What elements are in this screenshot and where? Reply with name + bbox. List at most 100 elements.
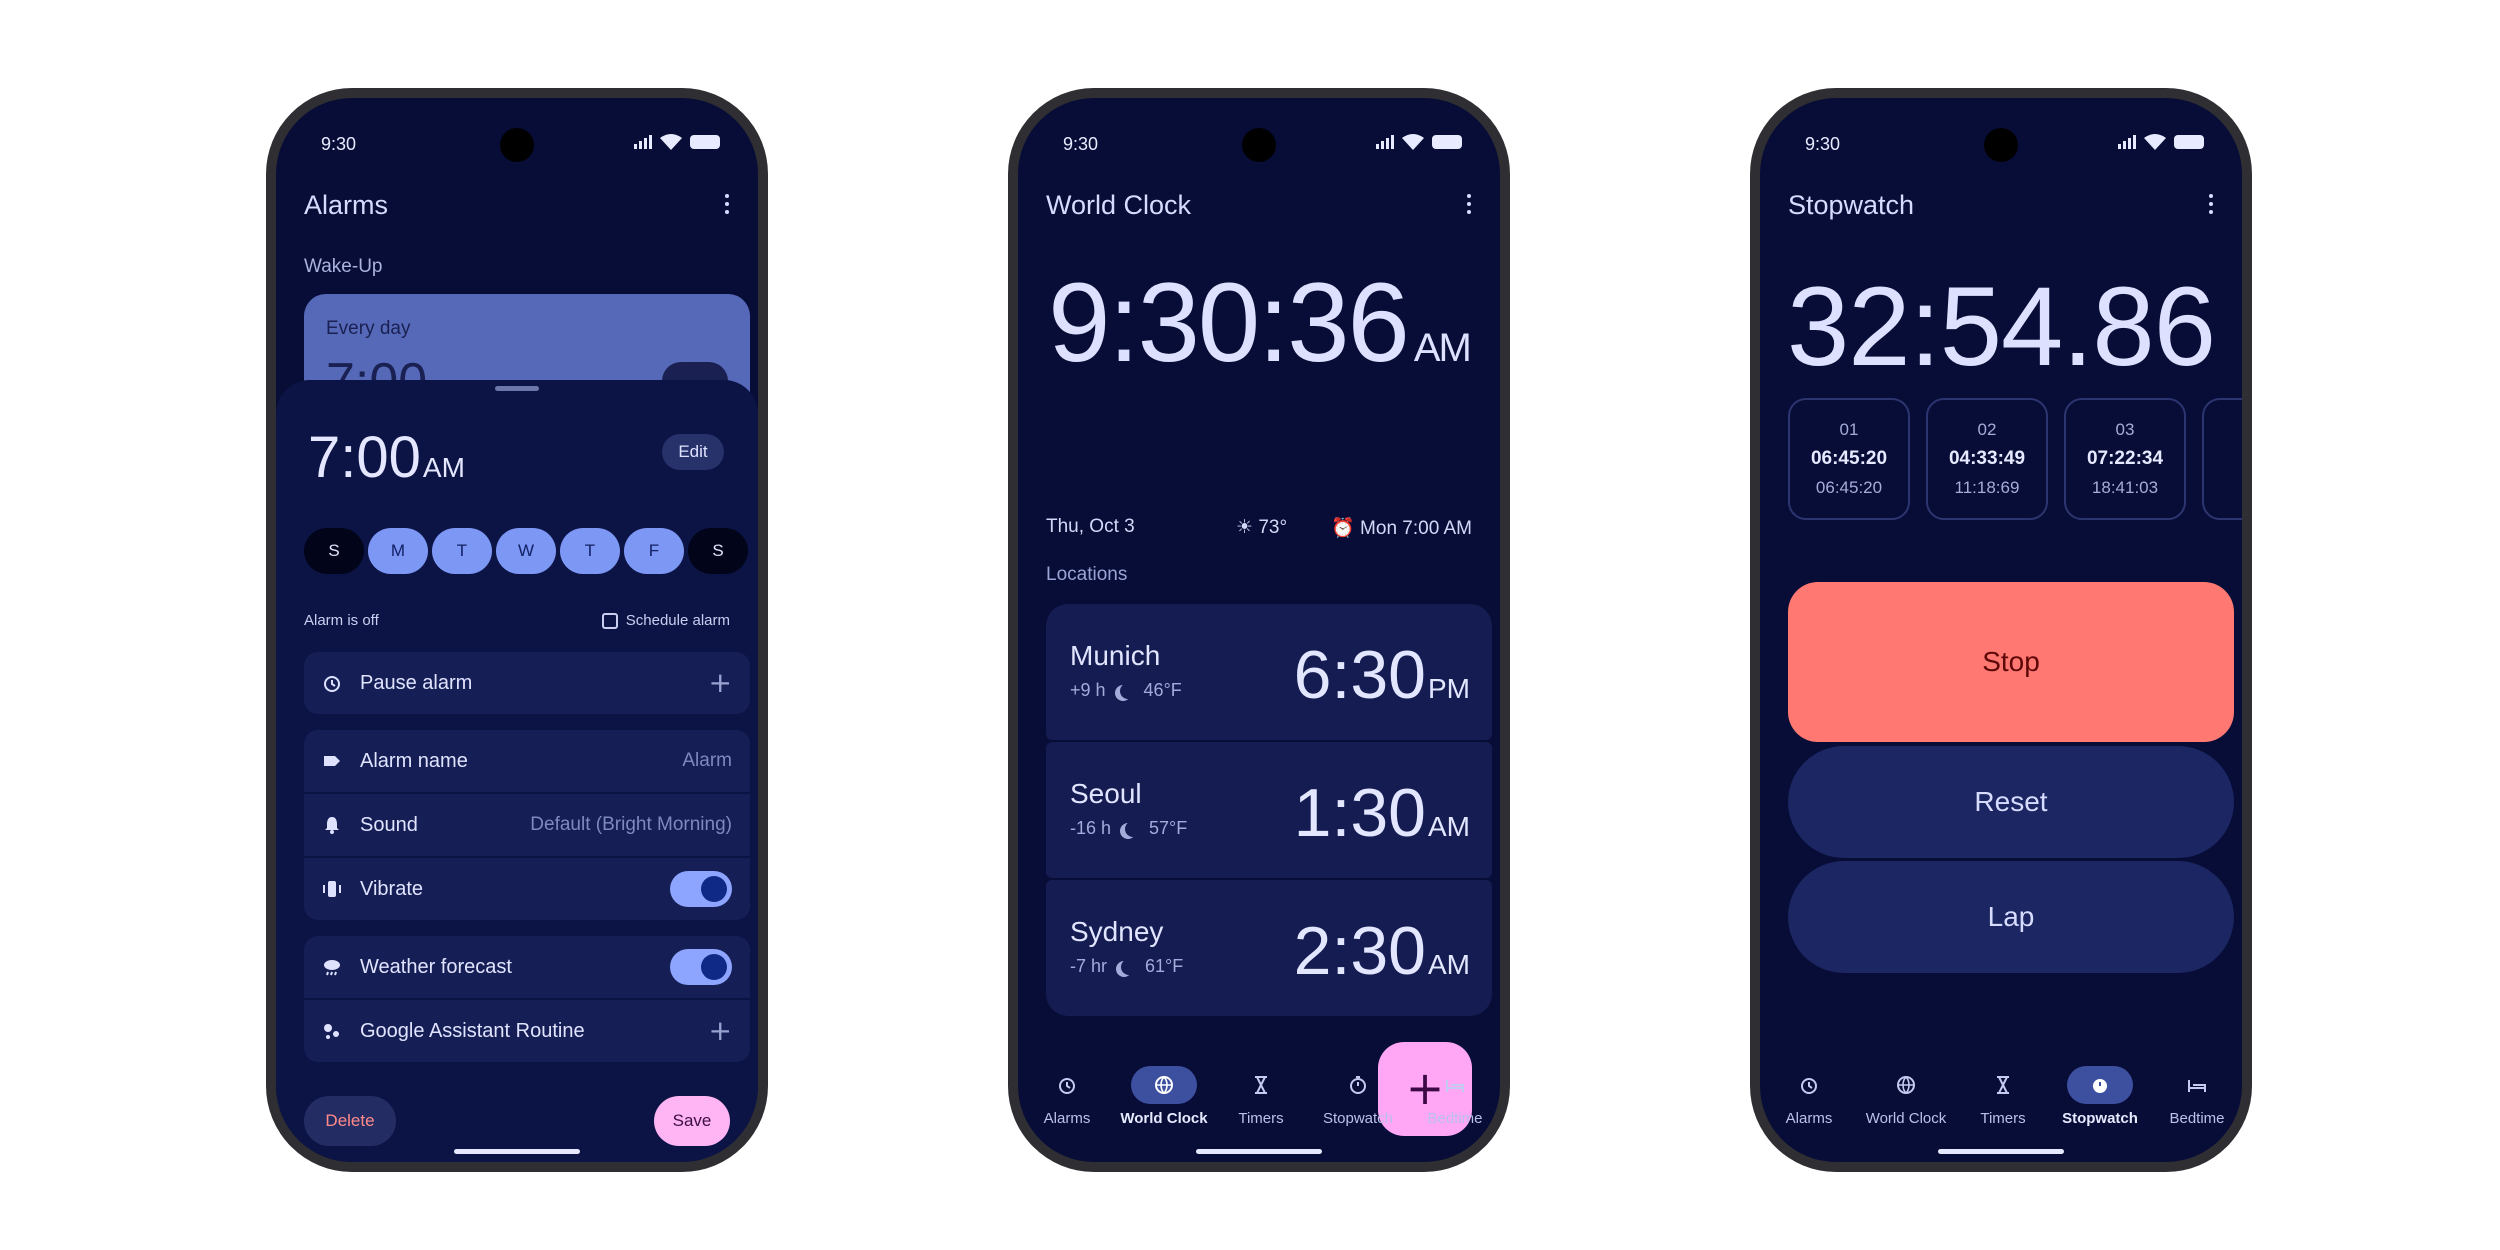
drag-handle[interactable] bbox=[495, 386, 539, 391]
vibrate-toggle[interactable] bbox=[670, 871, 732, 907]
assistant-icon bbox=[324, 1024, 339, 1039]
tab-indicator bbox=[1776, 1066, 1842, 1104]
alarm-time-display[interactable]: 7:00AM bbox=[308, 424, 465, 491]
wifi-icon bbox=[2144, 134, 2166, 150]
weather-forecast-toggle[interactable] bbox=[670, 949, 732, 985]
next-alarm-text: Mon 7:00 AM bbox=[1360, 518, 1472, 539]
reset-button[interactable]: Reset bbox=[1788, 746, 2234, 858]
signal-icon bbox=[1376, 135, 1394, 149]
lap-number: 01 bbox=[1839, 420, 1859, 439]
add-icon[interactable]: + bbox=[709, 1014, 732, 1047]
tab-label: Timers bbox=[1980, 1110, 2026, 1127]
day-sunday[interactable]: S bbox=[304, 528, 364, 574]
city-card-seoul[interactable]: Seoul -16 h 57°F 1:30AM bbox=[1046, 742, 1492, 878]
signal-icon bbox=[2118, 135, 2136, 149]
alarm-name-row[interactable]: Alarm name Alarm bbox=[304, 730, 750, 792]
tab-bedtime[interactable]: Bedtime bbox=[1407, 1066, 1500, 1127]
sun-icon: ☀ bbox=[1236, 517, 1259, 538]
sheet-actions: Delete Save bbox=[304, 1096, 730, 1146]
pause-alarm-row[interactable]: Pause alarm + bbox=[304, 652, 750, 714]
add-icon[interactable]: + bbox=[709, 666, 732, 699]
alarm-name-input[interactable]: Alarm bbox=[682, 750, 732, 772]
tab-indicator bbox=[2067, 1066, 2133, 1104]
day-thursday[interactable]: T bbox=[560, 528, 620, 574]
moon-icon bbox=[1125, 821, 1141, 837]
home-indicator[interactable] bbox=[454, 1149, 580, 1154]
lap-button[interactable]: Lap bbox=[1788, 861, 2234, 973]
city-meta: +9 h 46°F bbox=[1070, 680, 1182, 701]
vibrate-label: Vibrate bbox=[360, 878, 424, 900]
toggle-knob bbox=[701, 876, 727, 902]
lap-total: 18:41:03 bbox=[2091, 478, 2159, 497]
tab-label: World Clock bbox=[1865, 1110, 1947, 1127]
sound-row[interactable]: Sound Default (Bright Morning) bbox=[304, 794, 750, 856]
status-time: 9:30 bbox=[1063, 134, 1099, 154]
tab-indicator bbox=[2164, 1066, 2230, 1104]
tab-timers[interactable]: Timers bbox=[1213, 1066, 1309, 1127]
tab-stopwatch[interactable]: Stopwatch bbox=[2052, 1066, 2148, 1127]
save-button[interactable]: Save bbox=[654, 1096, 730, 1146]
tab-label: Alarms bbox=[1043, 1110, 1091, 1127]
home-indicator[interactable] bbox=[1938, 1149, 2064, 1154]
bottom-navigation: Alarms World Clock Timers Stopwatch Bedt… bbox=[1760, 1066, 2242, 1136]
lap-time: 06:45:20 bbox=[1810, 448, 1888, 469]
overflow-menu-icon[interactable] bbox=[724, 194, 730, 218]
local-date: Thu, Oct 3 bbox=[1046, 516, 1135, 537]
assistant-routine-row[interactable]: Google Assistant Routine + bbox=[304, 1000, 750, 1062]
tab-indicator bbox=[1970, 1066, 2036, 1104]
lap-total: 11:18:69 bbox=[1954, 478, 2020, 497]
tab-stopwatch[interactable]: Stopwatch bbox=[1310, 1066, 1406, 1127]
overflow-menu-icon[interactable] bbox=[1466, 194, 1472, 218]
day-wednesday[interactable]: W bbox=[496, 528, 556, 574]
phone-world-clock: 9:30 World Clock 9:30:36 AM Thu, Oct 3 ☀ … bbox=[1008, 88, 1510, 1172]
local-ampm: AM bbox=[1413, 326, 1472, 370]
tab-indicator bbox=[1873, 1066, 1939, 1104]
next-alarm[interactable]: ⏰ Mon 7:00 AM bbox=[1331, 516, 1472, 540]
tab-bedtime[interactable]: Bedtime bbox=[2149, 1066, 2242, 1127]
day-friday[interactable]: F bbox=[624, 528, 684, 574]
stop-button[interactable]: Stop bbox=[1788, 582, 2234, 742]
camera-cutout bbox=[500, 128, 534, 162]
city-card-munich[interactable]: Munich +9 h 46°F 6:30PM bbox=[1046, 604, 1492, 740]
camera-cutout bbox=[1242, 128, 1276, 162]
city-card-sydney[interactable]: Sydney -7 hr 61°F 2:30AM bbox=[1046, 880, 1492, 1016]
city-offset: +9 h bbox=[1070, 680, 1106, 700]
day-saturday[interactable]: S bbox=[688, 528, 748, 574]
day-tuesday[interactable]: T bbox=[432, 528, 492, 574]
hourglass-icon bbox=[1255, 1076, 1267, 1094]
cloudy-moon-icon bbox=[1121, 959, 1137, 975]
city-temp: 61°F bbox=[1145, 956, 1184, 976]
tab-label: Stopwatch bbox=[2062, 1110, 2138, 1127]
tab-alarms[interactable]: Alarms bbox=[1761, 1066, 1857, 1127]
alarm-clock-icon bbox=[324, 676, 340, 692]
city-list: Munich +9 h 46°F 6:30PM Seoul -16 h 57°F 1… bbox=[1046, 604, 1492, 1018]
tab-world-clock[interactable]: World Clock bbox=[1858, 1066, 1954, 1127]
schedule-alarm-link[interactable]: Schedule alarm bbox=[601, 612, 730, 629]
tab-timers[interactable]: Timers bbox=[1955, 1066, 2051, 1127]
assistant-routine-label: Google Assistant Routine bbox=[360, 1020, 585, 1042]
lap-number: 08 bbox=[2204, 420, 2242, 440]
delete-button[interactable]: Delete bbox=[304, 1096, 396, 1146]
edit-button[interactable]: Edit bbox=[662, 434, 724, 470]
tab-alarms[interactable]: Alarms bbox=[1019, 1066, 1115, 1127]
lap-card: 02 04:33:49 11:18:69 bbox=[1926, 398, 2048, 520]
weather-forecast-label: Weather forecast bbox=[360, 956, 512, 978]
bottom-navigation: Alarms World Clock Timers Stopwatch Bedt… bbox=[1018, 1066, 1500, 1136]
alarm-edit-sheet: 7:00AM Edit S M T W T F S Alarm is off S… bbox=[276, 380, 758, 1162]
wifi-icon bbox=[660, 134, 682, 150]
vibrate-row: Vibrate bbox=[304, 858, 750, 920]
tab-label: Bedtime bbox=[2169, 1110, 2225, 1127]
hourglass-icon bbox=[1997, 1076, 2009, 1094]
extras-group: Weather forecast Google Assistant Routin… bbox=[304, 936, 750, 1064]
battery-icon bbox=[1432, 135, 1462, 149]
alarms-screen: 9:30 Alarms Wake-Up Every day 7:00 7:00A… bbox=[276, 98, 758, 1162]
day-monday[interactable]: M bbox=[368, 528, 428, 574]
home-indicator[interactable] bbox=[1196, 1149, 1322, 1154]
status-icons bbox=[634, 134, 720, 150]
overflow-menu-icon[interactable] bbox=[2208, 194, 2214, 218]
status-icons bbox=[2118, 134, 2204, 150]
lap-list[interactable]: 01 06:45:20 06:45:20 02 04:33:49 11:18:6… bbox=[1788, 398, 2242, 528]
tab-world-clock[interactable]: World Clock bbox=[1116, 1066, 1212, 1127]
lap-card: 08 26 bbox=[2202, 398, 2242, 520]
local-temp: 73° bbox=[1258, 517, 1288, 538]
